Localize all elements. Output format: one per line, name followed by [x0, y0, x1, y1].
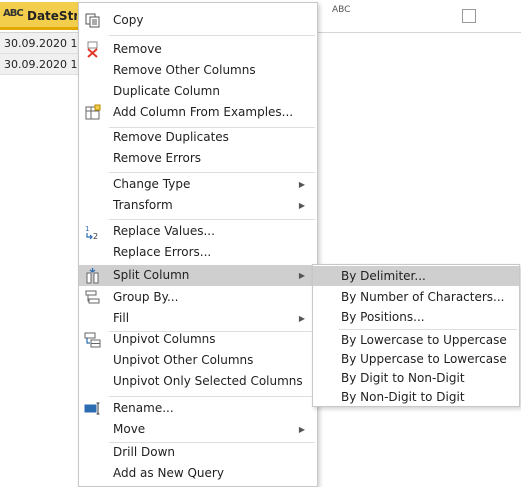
submenu-item-label: By Non-Digit to Digit [341, 390, 465, 404]
submenu-arrow-icon: ▶ [298, 314, 305, 323]
menu-item-label: Add Column From Examples... [113, 105, 294, 119]
submenu-item-label: By Delimiter... [341, 269, 426, 283]
menu-item-drill-down[interactable]: Drill Down [79, 442, 317, 463]
menu-item-duplicate-column[interactable]: Duplicate Column [79, 81, 317, 102]
menu-item-label: Replace Values... [113, 224, 215, 238]
power-query-editor: ABC DateString ABC 30.09.2020 15: 30.09.… [0, 0, 521, 487]
menu-item-split-column[interactable]: Split Column ▶ [79, 265, 317, 286]
menu-divider [109, 35, 315, 36]
table-cell[interactable]: 30.09.2020 15: [0, 33, 78, 54]
menu-item-label: Rename... [113, 401, 174, 415]
submenu-item-label: By Digit to Non-Digit [341, 371, 465, 385]
menu-item-remove-duplicates[interactable]: Remove Duplicates [79, 127, 317, 148]
submenu-item-by-uppercase-to-lowercase[interactable]: By Uppercase to Lowercase [313, 349, 519, 369]
submenu-item-label: By Positions... [341, 310, 425, 324]
table-cell[interactable]: 30.09.2020 15: [0, 54, 78, 75]
menu-item-remove[interactable]: Remove [79, 39, 317, 60]
menu-item-label: Transform [113, 198, 173, 212]
replace-values-icon: 1 2 [85, 225, 98, 240]
menu-item-unpivot-only-selected-columns[interactable]: Unpivot Only Selected Columns [79, 371, 317, 392]
unpivot-columns-icon [84, 332, 101, 348]
submenu-item-by-delimiter[interactable]: By Delimiter... [313, 266, 519, 286]
menu-item-label: Unpivot Only Selected Columns [113, 374, 303, 388]
submenu-item-by-positions[interactable]: By Positions... [313, 307, 519, 327]
submenu-item-label: By Lowercase to Uppercase [341, 333, 507, 347]
svg-text:1: 1 [85, 225, 89, 233]
menu-item-fill[interactable]: Fill ▶ [79, 308, 317, 329]
svg-text:2: 2 [93, 232, 98, 240]
menu-divider [109, 219, 315, 220]
menu-item-label: Drill Down [113, 445, 175, 459]
submenu-item-by-non-digit-to-digit[interactable]: By Non-Digit to Digit [313, 387, 519, 407]
menu-item-group-by[interactable]: Group By... [79, 287, 317, 308]
menu-item-label: Unpivot Columns [113, 332, 216, 346]
menu-item-add-as-new-query[interactable]: Add as New Query [79, 463, 317, 484]
menu-item-label: Add as New Query [113, 466, 224, 480]
menu-item-add-column-from-examples[interactable]: Add Column From Examples... [79, 102, 317, 123]
column-from-examples-icon [85, 104, 101, 120]
text-type-icon[interactable]: ABC [3, 8, 24, 19]
menu-item-transform[interactable]: Transform ▶ [79, 195, 317, 216]
menu-divider [109, 172, 315, 173]
menu-item-change-type[interactable]: Change Type ▶ [79, 174, 317, 195]
context-menu: Copy Remove Remove Other Columns Duplica… [78, 2, 318, 487]
split-column-submenu: By Delimiter... By Number of Characters.… [312, 264, 520, 407]
menu-item-label: Change Type [113, 177, 191, 191]
menu-item-unpivot-columns[interactable]: Unpivot Columns [79, 329, 317, 350]
menu-item-rename[interactable]: Rename... [79, 398, 317, 419]
menu-item-label: Remove Other Columns [113, 63, 256, 77]
menu-item-label: Fill [113, 311, 130, 325]
rename-icon [84, 402, 100, 415]
menu-item-label: Split Column [113, 268, 190, 282]
submenu-arrow-icon: ▶ [298, 271, 305, 280]
menu-item-label: Group By... [113, 290, 179, 304]
menu-item-label: Remove Duplicates [113, 130, 229, 144]
menu-item-label: Replace Errors... [113, 245, 212, 259]
text-type-icon-2[interactable]: ABC [332, 5, 350, 15]
menu-item-label: Copy [113, 13, 144, 27]
menu-item-label: Duplicate Column [113, 84, 220, 98]
submenu-item-by-lowercase-to-uppercase[interactable]: By Lowercase to Uppercase [313, 330, 519, 350]
menu-item-unpivot-other-columns[interactable]: Unpivot Other Columns [79, 350, 317, 371]
menu-divider [109, 396, 315, 397]
menu-item-move[interactable]: Move ▶ [79, 419, 317, 440]
remove-column-icon [87, 41, 98, 58]
split-column-icon [86, 268, 99, 284]
submenu-arrow-icon: ▶ [298, 425, 305, 434]
column-filter-dropdown-icon-2[interactable] [462, 9, 476, 23]
group-by-icon [85, 290, 100, 304]
menu-item-remove-other-columns[interactable]: Remove Other Columns [79, 60, 317, 81]
submenu-item-by-number-of-characters[interactable]: By Number of Characters... [313, 287, 519, 307]
menu-item-label: Remove Errors [113, 151, 202, 165]
submenu-arrow-icon: ▶ [298, 201, 305, 210]
submenu-arrow-icon: ▶ [298, 180, 305, 189]
menu-item-replace-values[interactable]: 1 2 Replace Values... [79, 221, 317, 242]
menu-item-label: Remove [113, 42, 162, 56]
menu-item-label: Unpivot Other Columns [113, 353, 254, 367]
submenu-item-label: By Number of Characters... [341, 290, 505, 304]
submenu-item-by-digit-to-non-digit[interactable]: By Digit to Non-Digit [313, 368, 519, 388]
submenu-item-label: By Uppercase to Lowercase [341, 352, 507, 366]
menu-item-copy[interactable]: Copy [79, 10, 317, 31]
copy-icon [85, 13, 100, 28]
column-name: DateString [27, 9, 77, 23]
menu-item-remove-errors[interactable]: Remove Errors [79, 148, 317, 169]
menu-item-label: Move [113, 422, 146, 436]
menu-item-replace-errors[interactable]: Replace Errors... [79, 242, 317, 263]
